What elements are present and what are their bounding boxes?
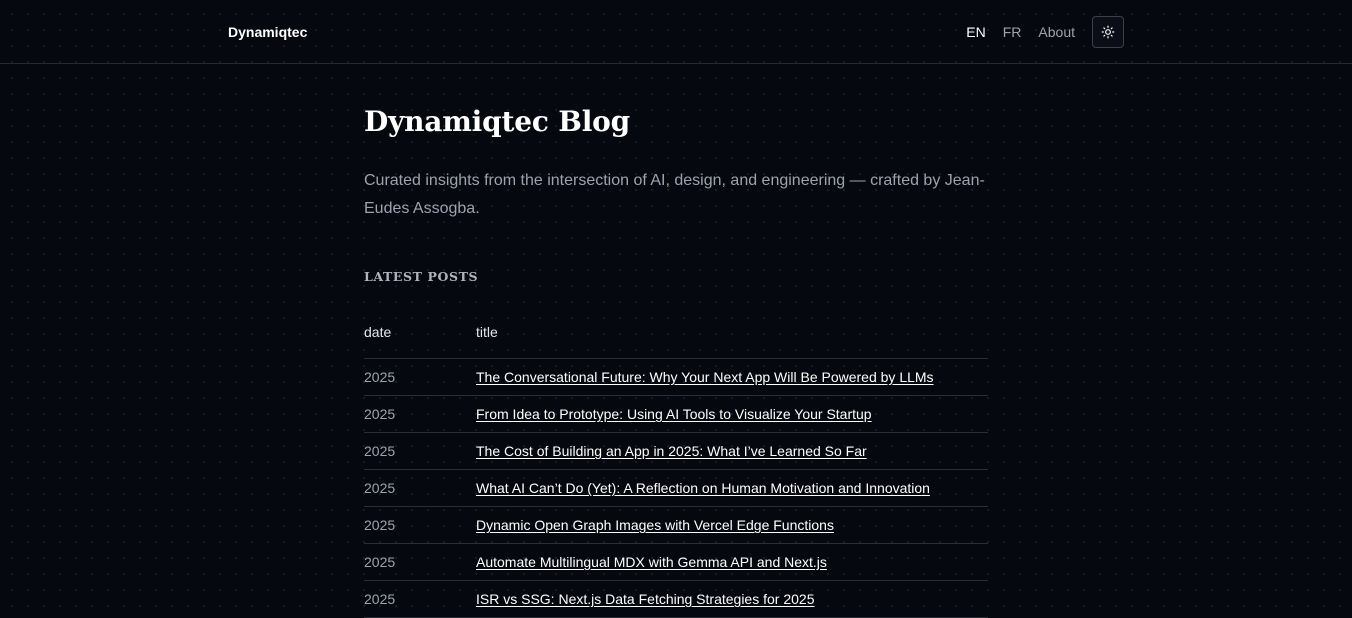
theme-toggle-button[interactable]: [1092, 16, 1124, 48]
table-row: 2025 Automate Multilingual MDX with Gemm…: [364, 543, 988, 581]
site-header: Dynamiqtec EN FR About: [0, 0, 1352, 64]
column-header-date: date: [364, 322, 476, 359]
post-title-link[interactable]: Automate Multilingual MDX with Gemma API…: [476, 554, 827, 570]
post-date: 2025: [364, 432, 476, 470]
post-date: 2025: [364, 506, 476, 544]
main-content: Dynamiqtec Blog Curated insights from th…: [364, 96, 988, 618]
table-row: 2025 Dynamic Open Graph Images with Verc…: [364, 506, 988, 544]
nav-language-fr[interactable]: FR: [1003, 22, 1022, 42]
post-title-link[interactable]: The Conversational Future: Why Your Next…: [476, 369, 934, 385]
intro-text: Curated insights from the intersection o…: [364, 172, 985, 217]
sun-icon: [1101, 25, 1115, 39]
page-title: Dynamiqtec Blog: [364, 105, 630, 138]
table-row: 2025 ISR vs SSG: Next.js Data Fetching S…: [364, 580, 988, 618]
latest-posts-heading: Latest Posts: [364, 269, 479, 284]
table-row: 2025 The Cost of Building an App in 2025…: [364, 432, 988, 470]
nav-about[interactable]: About: [1038, 22, 1075, 42]
nav-language-en[interactable]: EN: [966, 22, 985, 42]
post-date: 2025: [364, 395, 476, 433]
post-title-link[interactable]: ISR vs SSG: Next.js Data Fetching Strate…: [476, 591, 814, 607]
posts-table: date title 2025 The Conversational Futur…: [364, 322, 988, 618]
brand-logo-link[interactable]: Dynamiqtec: [228, 22, 307, 42]
post-title-link[interactable]: Dynamic Open Graph Images with Vercel Ed…: [476, 517, 834, 533]
post-title-link[interactable]: What AI Can’t Do (Yet): A Reflection on …: [476, 480, 930, 496]
column-header-title: title: [476, 322, 988, 359]
table-row: 2025 From Idea to Prototype: Using AI To…: [364, 395, 988, 433]
table-row: 2025 What AI Can’t Do (Yet): A Reflectio…: [364, 469, 988, 507]
post-title-link[interactable]: The Cost of Building an App in 2025: Wha…: [476, 443, 867, 459]
top-nav: EN FR About: [966, 16, 1124, 48]
post-date: 2025: [364, 358, 476, 396]
post-date: 2025: [364, 580, 476, 618]
table-row: 2025 The Conversational Future: Why Your…: [364, 358, 988, 396]
table-header-row: date title: [364, 322, 988, 359]
post-date: 2025: [364, 469, 476, 507]
post-title-link[interactable]: From Idea to Prototype: Using AI Tools t…: [476, 406, 872, 422]
post-date: 2025: [364, 543, 476, 581]
